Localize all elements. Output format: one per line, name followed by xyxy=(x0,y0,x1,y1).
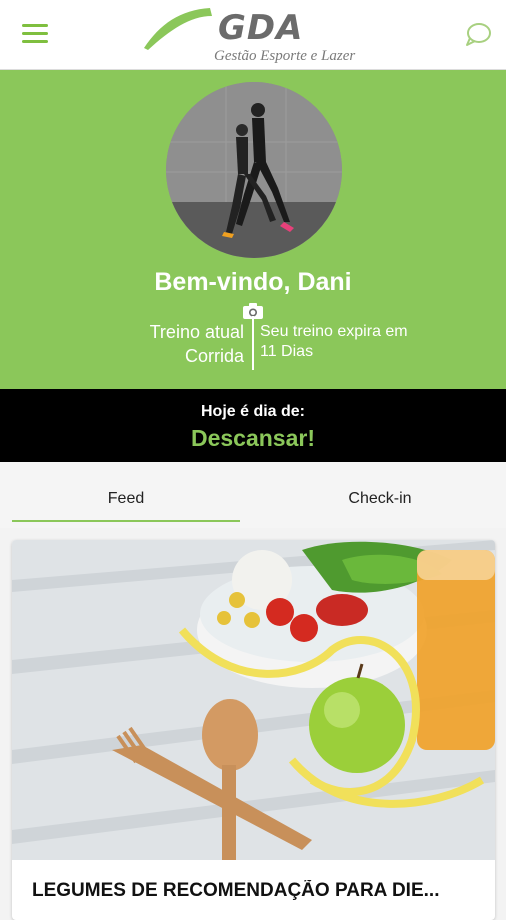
current-training-label: Treino atual xyxy=(149,322,244,342)
expiry-label: Seu treino expira em xyxy=(260,323,408,340)
feed-card-image xyxy=(12,540,495,860)
expiry-value: 11 Dias xyxy=(260,343,314,360)
app-logo: GDA Gestão Esporte e Lazer xyxy=(140,4,380,66)
logo-swoosh-icon xyxy=(144,8,212,50)
avatar[interactable] xyxy=(166,82,342,258)
today-banner: Hoje é dia de: Descansar! xyxy=(0,389,506,462)
current-training-value: Corrida xyxy=(184,346,244,366)
logo-subtitle: Gestão Esporte e Lazer xyxy=(214,48,356,64)
today-label: Hoje é dia de: xyxy=(200,403,306,420)
current-training: Treino atual Corrida xyxy=(150,320,244,368)
top-app-bar: GDA Gestão Esporte e Lazer xyxy=(0,0,506,70)
tab-bar: Feed Check-in xyxy=(0,462,506,528)
feed-card-title: LEGUMES DE RECOMENDAÇÃO PARA DIE... xyxy=(32,880,440,901)
profile-header: Bem-vindo, Dani Treino atual Corrida Seu… xyxy=(0,70,506,389)
welcome-text: Bem-vindo, Dani xyxy=(154,268,352,296)
today-value: Descansar! xyxy=(190,425,316,451)
tab-checkin[interactable]: Check-in xyxy=(266,490,494,508)
active-tab-indicator xyxy=(12,520,240,522)
training-divider xyxy=(252,316,254,370)
menu-icon[interactable] xyxy=(22,24,48,46)
feed-card[interactable]: LEGUMES DE RECOMENDAÇÃO PARA DIE... xyxy=(12,540,495,920)
training-expiry: Seu treino expira em 11 Dias xyxy=(260,322,460,362)
tab-feed[interactable]: Feed xyxy=(12,490,240,508)
logo-title: GDA xyxy=(218,8,304,48)
chat-bubble-icon[interactable] xyxy=(464,22,492,48)
